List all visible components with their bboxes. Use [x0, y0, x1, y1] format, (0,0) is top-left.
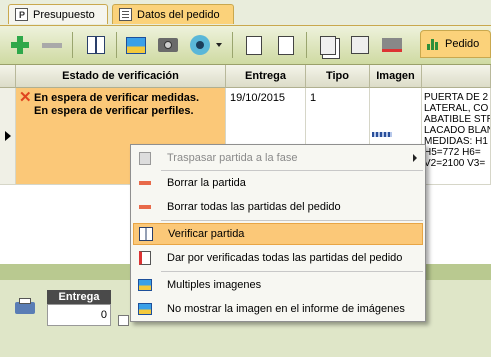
copy-icon — [320, 35, 336, 55]
printer-paper — [19, 298, 31, 304]
machine-button[interactable] — [380, 34, 404, 56]
budget-edit-icon: P — [15, 8, 28, 21]
menu-separator — [161, 170, 423, 171]
column-header-tipo[interactable]: Tipo — [306, 65, 370, 88]
chevron-down-icon — [216, 43, 222, 47]
menu-item-borrar-partida[interactable]: Borrar la partida — [133, 172, 423, 194]
row-indicator-header — [0, 65, 16, 88]
report-f-icon — [278, 35, 294, 55]
descripcion-cell[interactable]: PUERTA DE 2 LATERAL, CO ABATIBLE STR LAC… — [422, 88, 491, 185]
image-icon — [126, 36, 146, 54]
image-icon — [137, 301, 153, 317]
delete-icon — [137, 175, 153, 191]
context-menu: Traspasar partida a la fase Borrar la pa… — [130, 144, 426, 322]
remove-button[interactable] — [40, 34, 64, 56]
view-dropdown-button[interactable] — [214, 34, 224, 56]
machine-icon — [382, 38, 402, 52]
menu-item-label: Borrar la partida — [167, 177, 246, 189]
tab-presupuesto-label: Presupuesto — [33, 8, 95, 21]
column-header-imagen[interactable]: Imagen — [370, 65, 422, 88]
estado-medidas: En espera de verificar medidas. — [34, 92, 200, 104]
tab-datos-del-pedido-label: Datos del pedido — [137, 8, 220, 21]
descripcion-line: LATERAL, CO — [424, 103, 489, 114]
toolbar-separator — [72, 32, 73, 58]
row-indicator[interactable] — [0, 88, 16, 185]
descripcion-line: V2=2100 V3= — [424, 158, 486, 169]
menu-item-label: Borrar todas las partidas del pedido — [167, 201, 341, 213]
order-data-icon — [119, 8, 132, 21]
image-icon — [137, 277, 153, 293]
print-f-button[interactable] — [274, 34, 298, 56]
tab-datos-del-pedido[interactable]: Datos del pedido — [112, 4, 234, 24]
menu-item-dar-por-verificadas[interactable]: Dar por verificadas todas las partidas d… — [133, 247, 423, 269]
column-header-estado[interactable]: Estado de verificación — [16, 65, 226, 88]
measure-button[interactable] — [84, 34, 108, 56]
verified-all-icon — [137, 250, 153, 266]
menu-item-label: Verificar partida — [168, 228, 245, 240]
descripcion-line: H5=772 H6= — [424, 147, 481, 158]
tab-presupuesto[interactable]: P Presupuesto — [8, 4, 108, 24]
insert-icon — [351, 36, 369, 54]
add-button[interactable] — [8, 34, 32, 56]
menu-item-no-mostrar-imagen[interactable]: No mostrar la imagen en el informe de im… — [133, 298, 423, 320]
menu-item-traspasar[interactable]: Traspasar partida a la fase — [133, 147, 423, 169]
print-button[interactable] — [14, 298, 36, 320]
report-a-icon — [246, 35, 262, 55]
entrega-label: Entrega — [47, 290, 111, 304]
menu-separator — [161, 271, 423, 272]
camera-icon — [158, 38, 178, 52]
menu-item-label: Dar por verificadas todas las partidas d… — [167, 252, 403, 264]
menu-separator — [161, 220, 423, 221]
delete-all-icon — [137, 199, 153, 215]
toolbar-separator — [116, 32, 117, 58]
menu-item-verificar-partida[interactable]: Verificar partida — [133, 223, 423, 245]
checkbox[interactable] — [118, 315, 129, 326]
minus-icon — [42, 42, 62, 48]
tab-pedido[interactable]: Pedido — [420, 30, 491, 58]
verify-measure-icon — [138, 226, 154, 242]
close-icon: ✕ — [19, 89, 32, 106]
window-measure-icon — [87, 36, 105, 54]
plus-icon — [10, 35, 30, 55]
toolbar-separator — [232, 32, 233, 58]
entrega-input[interactable]: 0 — [47, 304, 111, 326]
print-a-button[interactable] — [242, 34, 266, 56]
estado-perfiles: En espera de verificar perfiles. — [34, 105, 194, 117]
column-header-descripcion[interactable] — [422, 65, 491, 88]
tab-pedido-label: Pedido — [445, 38, 480, 50]
menu-item-multiples-imagenes[interactable]: Multiples imagenes — [133, 274, 423, 296]
thumbnail-image — [372, 132, 392, 137]
menu-item-label: Multiples imagenes — [167, 279, 262, 291]
row-pointer-icon — [5, 131, 11, 141]
view-button[interactable] — [188, 34, 212, 56]
menu-item-label: No mostrar la imagen en el informe de im… — [167, 303, 405, 315]
toolbar-separator — [306, 32, 307, 58]
descripcion-line: ABATIBLE STR — [424, 114, 491, 125]
insert-button[interactable] — [348, 34, 372, 56]
image-button[interactable] — [124, 34, 148, 56]
menu-item-borrar-todas[interactable]: Borrar todas las partidas del pedido — [133, 196, 423, 218]
descripcion-line: MEDIDAS: H1 — [424, 136, 488, 147]
descripcion-line: LACADO BLAN — [424, 125, 491, 136]
descripcion-line: PUERTA DE 2 — [424, 92, 489, 103]
camera-button[interactable] — [156, 34, 180, 56]
bar-chart-icon — [427, 38, 440, 50]
copy-button[interactable] — [316, 34, 340, 56]
column-header-entrega[interactable]: Entrega — [226, 65, 306, 88]
menu-item-label: Traspasar partida a la fase — [167, 152, 298, 164]
top-tab-bar: P Presupuesto Datos del pedido — [0, 0, 491, 26]
toolbar — [0, 26, 491, 64]
eye-icon — [190, 35, 210, 55]
transfer-icon — [137, 150, 153, 166]
submenu-arrow-icon — [413, 154, 417, 162]
